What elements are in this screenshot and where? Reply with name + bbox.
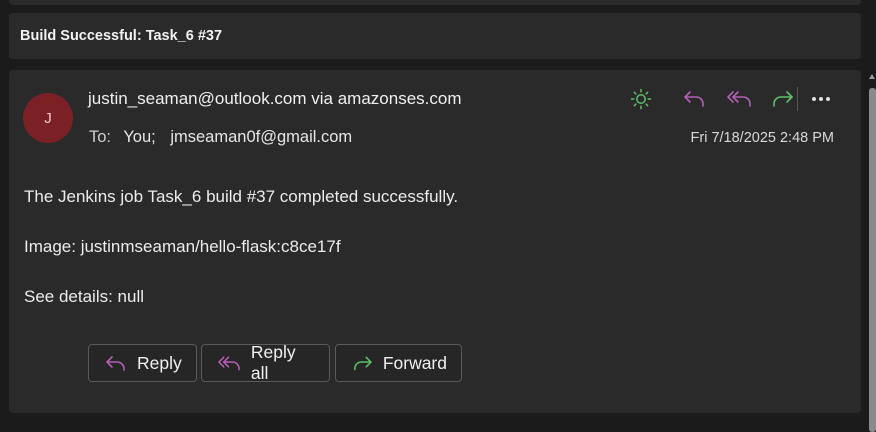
body-line-image: Image: justinmseaman/hello-flask:c8ce17f [24, 237, 341, 256]
toolbar-divider [797, 87, 798, 111]
avatar[interactable]: J [23, 93, 73, 143]
reply-button[interactable]: Reply [88, 344, 197, 382]
recipients-line: To: You; jmseaman0f@gmail.com [89, 128, 352, 147]
message-card: J justin_seaman@outlook.com via amazonse… [9, 70, 861, 413]
to-label: To: [89, 128, 112, 146]
reply-all-button-label: Reply all [250, 342, 296, 383]
forward-button-label: Forward [382, 352, 447, 373]
forward-icon[interactable] [769, 85, 797, 113]
sender-address[interactable]: justin_seaman@outlook.com via amazonses.… [88, 89, 462, 109]
forward-button[interactable]: Forward [335, 344, 462, 382]
previous-message-edge [9, 0, 861, 5]
body-line-details: See details: null [24, 287, 145, 306]
email-subject: Build Successful: Task_6 #37 [20, 28, 223, 44]
reply-all-button[interactable]: Reply all [201, 342, 330, 383]
sun-icon[interactable] [627, 85, 655, 113]
reply-icon[interactable] [680, 85, 708, 113]
reply-all-icon [218, 356, 240, 371]
forward-icon [354, 356, 372, 371]
reply-all-icon[interactable] [725, 85, 753, 113]
message-date: Fri 7/18/2025 2:48 PM [690, 130, 834, 146]
reply-icon [106, 356, 125, 371]
subject-header: Build Successful: Task_6 #37 [9, 13, 861, 59]
avatar-initial: J [44, 109, 52, 127]
reply-button-label: Reply [137, 352, 182, 373]
recipient-you[interactable]: You; [123, 128, 155, 146]
scrollbar-thumb[interactable] [869, 88, 876, 432]
recipient-email[interactable]: jmseaman0f@gmail.com [170, 128, 352, 146]
scroll-up-arrow-icon[interactable] [869, 74, 875, 79]
body-line-status: The Jenkins job Task_6 build #37 complet… [24, 187, 459, 206]
more-options-icon[interactable] [807, 85, 835, 113]
